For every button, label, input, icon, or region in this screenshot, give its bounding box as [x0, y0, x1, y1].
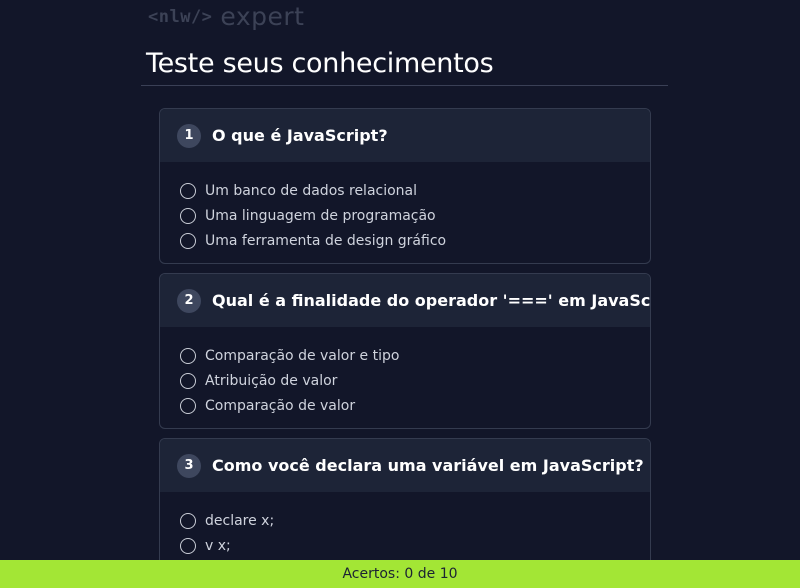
radio-button[interactable] — [180, 537, 196, 554]
answer-option[interactable]: Atribuição de valor — [180, 368, 650, 393]
radio-button[interactable] — [180, 182, 196, 199]
answer-label: v x; — [205, 537, 231, 554]
answer-options: Um banco de dados relacional Uma linguag… — [160, 162, 650, 263]
answer-option[interactable]: Comparação de valor e tipo — [180, 343, 650, 368]
answer-option[interactable]: v x; — [180, 533, 650, 558]
question-number-badge: 1 — [177, 123, 201, 148]
question-number-badge: 3 — [177, 453, 201, 478]
radio-button[interactable] — [180, 232, 196, 249]
radio-button[interactable] — [180, 347, 196, 364]
question-number-badge: 2 — [177, 288, 201, 313]
logo-code: <nlw/> — [148, 7, 213, 27]
title-divider — [141, 85, 668, 86]
logo-word: expert — [220, 2, 305, 31]
radio-button[interactable] — [180, 512, 196, 529]
question-card-2: 2 Qual é a finalidade do operador '===' … — [159, 273, 651, 429]
question-text: O que é JavaScript? — [212, 126, 388, 145]
answer-label: Atribuição de valor — [205, 372, 338, 389]
page-title: Teste seus conhecimentos — [146, 48, 494, 79]
question-header: 1 O que é JavaScript? — [160, 109, 650, 162]
question-header: 3 Como você declara uma variável em Java… — [160, 439, 650, 492]
answer-option[interactable]: Um banco de dados relacional — [180, 178, 650, 203]
question-header: 2 Qual é a finalidade do operador '===' … — [160, 274, 650, 327]
radio-button[interactable] — [180, 207, 196, 224]
answer-label: declare x; — [205, 512, 275, 529]
radio-button[interactable] — [180, 397, 196, 414]
answer-label: Comparação de valor — [205, 397, 356, 414]
answer-options: declare x; v x; — [160, 492, 650, 570]
answer-option[interactable]: Uma ferramenta de design gráfico — [180, 228, 650, 253]
answer-option[interactable]: Comparação de valor — [180, 393, 650, 418]
score-text: Acertos: 0 de 10 — [342, 566, 458, 582]
answer-option[interactable]: Uma linguagem de programação — [180, 203, 650, 228]
answer-options: Comparação de valor e tipo Atribuição de… — [160, 327, 650, 428]
answer-option[interactable]: declare x; — [180, 508, 650, 533]
question-card-1: 1 O que é JavaScript? Um banco de dados … — [159, 108, 651, 264]
question-text: Qual é a finalidade do operador '===' em… — [212, 291, 651, 310]
answer-label: Um banco de dados relacional — [205, 182, 418, 199]
score-footer: Acertos: 0 de 10 — [0, 560, 800, 588]
nlw-expert-logo: <nlw/> expert — [148, 2, 305, 31]
answer-label: Comparação de valor e tipo — [205, 347, 400, 364]
quiz-page: <nlw/> expert Teste seus conhecimentos 1 … — [0, 0, 800, 588]
answer-label: Uma ferramenta de design gráfico — [205, 232, 447, 249]
radio-button[interactable] — [180, 372, 196, 389]
answer-label: Uma linguagem de programação — [205, 207, 436, 224]
question-text: Como você declara uma variável em JavaSc… — [212, 456, 644, 475]
